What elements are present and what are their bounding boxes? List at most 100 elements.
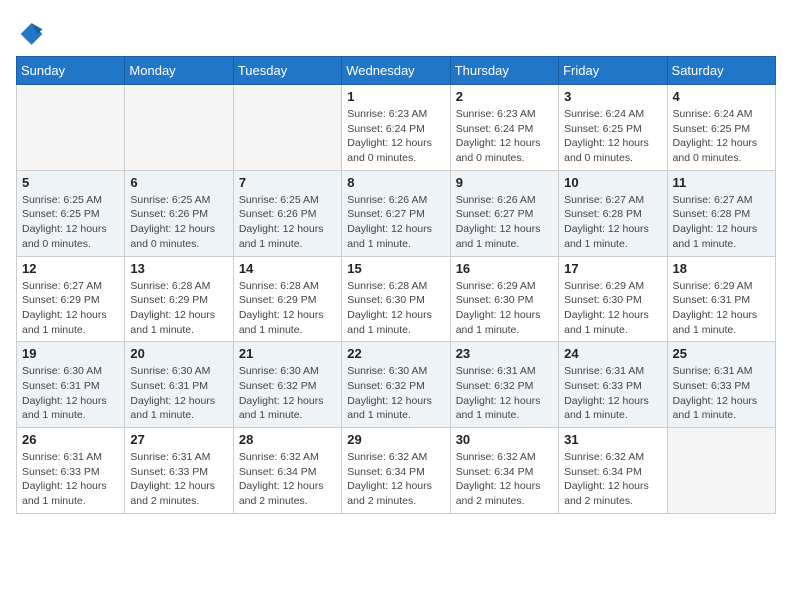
day-number: 8 <box>347 175 444 190</box>
day-number: 4 <box>673 89 770 104</box>
day-number: 10 <box>564 175 661 190</box>
calendar-week-row: 1Sunrise: 6:23 AMSunset: 6:24 PMDaylight… <box>17 85 776 171</box>
calendar-cell: 11 Sunrise: 6:27 AMSunset: 6:28 PMDayligh… <box>667 170 775 256</box>
day-number: 2 <box>456 89 553 104</box>
day-number: 29 <box>347 432 444 447</box>
day-number: 6 <box>130 175 227 190</box>
cell-info: Sunrise: 6:26 AMSunset: 6:27 PMDaylight:… <box>347 193 444 252</box>
calendar-cell: 4 Sunrise: 6:24 AMSunset: 6:25 PMDaylight… <box>667 85 775 171</box>
day-number: 12 <box>22 261 119 276</box>
cell-info: Sunrise: 6:31 AMSunset: 6:33 PMDaylight:… <box>130 450 227 509</box>
day-number: 30 <box>456 432 553 447</box>
cell-info: Sunrise: 6:31 AMSunset: 6:33 PMDaylight:… <box>22 450 119 509</box>
cell-info: Sunrise: 6:29 AMSunset: 6:30 PMDaylight:… <box>564 279 661 338</box>
weekday-header-saturday: Saturday <box>667 57 775 85</box>
calendar-cell: 23 Sunrise: 6:31 AMSunset: 6:32 PMDayligh… <box>450 342 558 428</box>
calendar-cell: 29 Sunrise: 6:32 AMSunset: 6:34 PMDayligh… <box>342 428 450 514</box>
calendar-cell <box>667 428 775 514</box>
cell-info: Sunrise: 6:32 AMSunset: 6:34 PMDaylight:… <box>456 450 553 509</box>
cell-info: Sunrise: 6:31 AMSunset: 6:33 PMDaylight:… <box>673 364 770 423</box>
weekday-header-thursday: Thursday <box>450 57 558 85</box>
calendar-cell: 9 Sunrise: 6:26 AMSunset: 6:27 PMDaylight… <box>450 170 558 256</box>
day-number: 21 <box>239 346 336 361</box>
calendar-cell: 1Sunrise: 6:23 AMSunset: 6:24 PMDaylight… <box>342 85 450 171</box>
calendar-cell: 14Sunrise: 6:28 AMSunset: 6:29 PMDayligh… <box>233 256 341 342</box>
day-number: 3 <box>564 89 661 104</box>
cell-info: Sunrise: 6:25 AMSunset: 6:25 PMDaylight:… <box>22 193 119 252</box>
calendar-cell: 8 Sunrise: 6:26 AMSunset: 6:27 PMDaylight… <box>342 170 450 256</box>
day-number: 24 <box>564 346 661 361</box>
calendar-week-row: 26 Sunrise: 6:31 AMSunset: 6:33 PMDayligh… <box>17 428 776 514</box>
calendar-cell: 31 Sunrise: 6:32 AMSunset: 6:34 PMDayligh… <box>559 428 667 514</box>
day-number: 28 <box>239 432 336 447</box>
day-number: 23 <box>456 346 553 361</box>
calendar-cell: 2 Sunrise: 6:23 AMSunset: 6:24 PMDaylight… <box>450 85 558 171</box>
calendar-cell <box>233 85 341 171</box>
day-number: 13 <box>130 261 227 276</box>
calendar-table: SundayMondayTuesdayWednesdayThursdayFrid… <box>16 56 776 514</box>
calendar-cell: 28 Sunrise: 6:32 AMSunset: 6:34 PMDayligh… <box>233 428 341 514</box>
day-number: 5 <box>22 175 119 190</box>
day-number: 25 <box>673 346 770 361</box>
calendar-cell: 3 Sunrise: 6:24 AMSunset: 6:25 PMDaylight… <box>559 85 667 171</box>
cell-info: Sunrise: 6:32 AMSunset: 6:34 PMDaylight:… <box>239 450 336 509</box>
cell-info: Sunrise: 6:31 AMSunset: 6:33 PMDaylight:… <box>564 364 661 423</box>
calendar-cell: 13Sunrise: 6:28 AMSunset: 6:29 PMDayligh… <box>125 256 233 342</box>
cell-info: Sunrise: 6:25 AMSunset: 6:26 PMDaylight:… <box>130 193 227 252</box>
day-number: 19 <box>22 346 119 361</box>
cell-info: Sunrise: 6:27 AMSunset: 6:28 PMDaylight:… <box>564 193 661 252</box>
calendar-cell: 19 Sunrise: 6:30 AMSunset: 6:31 PMDayligh… <box>17 342 125 428</box>
weekday-header-sunday: Sunday <box>17 57 125 85</box>
calendar-cell: 30 Sunrise: 6:32 AMSunset: 6:34 PMDayligh… <box>450 428 558 514</box>
page-header <box>16 16 776 48</box>
cell-info: Sunrise: 6:24 AMSunset: 6:25 PMDaylight:… <box>673 107 770 166</box>
cell-info: Sunrise: 6:27 AMSunset: 6:29 PMDaylight:… <box>22 279 119 338</box>
cell-info: Sunrise: 6:30 AMSunset: 6:32 PMDaylight:… <box>347 364 444 423</box>
calendar-week-row: 5 Sunrise: 6:25 AMSunset: 6:25 PMDaylight… <box>17 170 776 256</box>
cell-info: Sunrise: 6:27 AMSunset: 6:28 PMDaylight:… <box>673 193 770 252</box>
weekday-header-monday: Monday <box>125 57 233 85</box>
day-number: 31 <box>564 432 661 447</box>
calendar-cell: 26 Sunrise: 6:31 AMSunset: 6:33 PMDayligh… <box>17 428 125 514</box>
calendar-header-row: SundayMondayTuesdayWednesdayThursdayFrid… <box>17 57 776 85</box>
day-number: 11 <box>673 175 770 190</box>
cell-info: Sunrise: 6:23 AMSunset: 6:24 PMDaylight:… <box>456 107 553 166</box>
cell-info: Sunrise: 6:30 AMSunset: 6:31 PMDaylight:… <box>22 364 119 423</box>
cell-info: Sunrise: 6:32 AMSunset: 6:34 PMDaylight:… <box>564 450 661 509</box>
cell-info: Sunrise: 6:25 AMSunset: 6:26 PMDaylight:… <box>239 193 336 252</box>
cell-info: Sunrise: 6:24 AMSunset: 6:25 PMDaylight:… <box>564 107 661 166</box>
calendar-cell <box>125 85 233 171</box>
cell-info: Sunrise: 6:32 AMSunset: 6:34 PMDaylight:… <box>347 450 444 509</box>
day-number: 17 <box>564 261 661 276</box>
calendar-cell: 18 Sunrise: 6:29 AMSunset: 6:31 PMDayligh… <box>667 256 775 342</box>
day-number: 7 <box>239 175 336 190</box>
cell-info: Sunrise: 6:30 AMSunset: 6:31 PMDaylight:… <box>130 364 227 423</box>
calendar-cell: 27 Sunrise: 6:31 AMSunset: 6:33 PMDayligh… <box>125 428 233 514</box>
day-number: 26 <box>22 432 119 447</box>
day-number: 20 <box>130 346 227 361</box>
calendar-cell: 5 Sunrise: 6:25 AMSunset: 6:25 PMDaylight… <box>17 170 125 256</box>
cell-info: Sunrise: 6:30 AMSunset: 6:32 PMDaylight:… <box>239 364 336 423</box>
calendar-cell <box>17 85 125 171</box>
calendar-cell: 10 Sunrise: 6:27 AMSunset: 6:28 PMDayligh… <box>559 170 667 256</box>
logo-icon <box>16 20 44 48</box>
day-number: 18 <box>673 261 770 276</box>
calendar-cell: 24 Sunrise: 6:31 AMSunset: 6:33 PMDayligh… <box>559 342 667 428</box>
cell-info: Sunrise: 6:31 AMSunset: 6:32 PMDaylight:… <box>456 364 553 423</box>
calendar-cell: 15 Sunrise: 6:28 AMSunset: 6:30 PMDayligh… <box>342 256 450 342</box>
day-number: 15 <box>347 261 444 276</box>
calendar-cell: 22 Sunrise: 6:30 AMSunset: 6:32 PMDayligh… <box>342 342 450 428</box>
day-number: 9 <box>456 175 553 190</box>
cell-info: Sunrise: 6:28 AMSunset: 6:30 PMDaylight:… <box>347 279 444 338</box>
calendar-cell: 25 Sunrise: 6:31 AMSunset: 6:33 PMDayligh… <box>667 342 775 428</box>
day-number: 27 <box>130 432 227 447</box>
day-number: 22 <box>347 346 444 361</box>
cell-info: Sunrise: 6:28 AMSunset: 6:29 PMDaylight:… <box>239 279 336 338</box>
cell-info: Sunrise: 6:29 AMSunset: 6:30 PMDaylight:… <box>456 279 553 338</box>
calendar-cell: 16Sunrise: 6:29 AMSunset: 6:30 PMDayligh… <box>450 256 558 342</box>
weekday-header-wednesday: Wednesday <box>342 57 450 85</box>
weekday-header-friday: Friday <box>559 57 667 85</box>
cell-info: Sunrise: 6:26 AMSunset: 6:27 PMDaylight:… <box>456 193 553 252</box>
calendar-cell: 17 Sunrise: 6:29 AMSunset: 6:30 PMDayligh… <box>559 256 667 342</box>
cell-info: Sunrise: 6:29 AMSunset: 6:31 PMDaylight:… <box>673 279 770 338</box>
